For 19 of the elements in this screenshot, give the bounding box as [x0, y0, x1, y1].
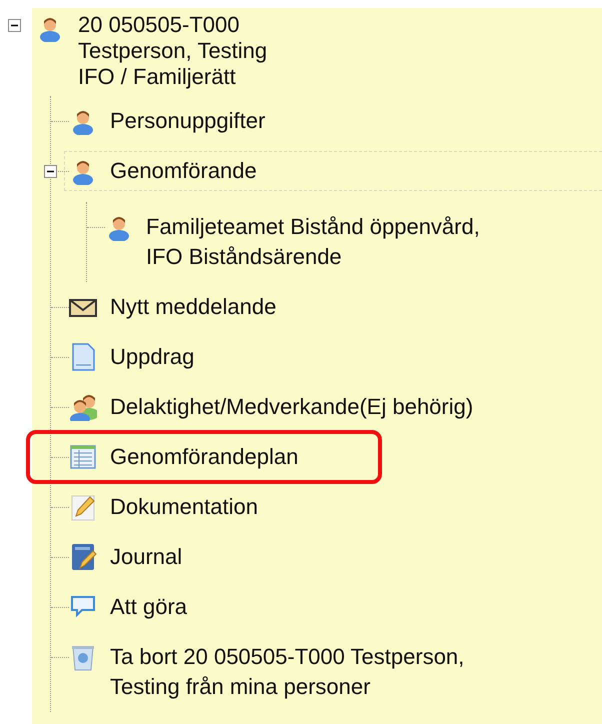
tree-item[interactable]: Dokumentation	[110, 492, 258, 522]
collapse-toggle[interactable]	[44, 165, 57, 178]
tree-item[interactable]: Familjeteamet Bistånd öppenvård, IFO Biståndsärende	[146, 212, 480, 272]
pencil-icon	[69, 493, 97, 521]
tree-item[interactable]: Genomförandeplan	[110, 442, 298, 472]
tree-item[interactable]: 20 050505-T000 Testperson, Testing IFO / Familjerätt	[78, 12, 268, 90]
trash-bin-icon	[69, 643, 97, 671]
tree-item[interactable]: Ta bort 20 050505-T000 Testperson, Testing från mina personer	[110, 642, 464, 702]
tree-item[interactable]: Journal	[110, 542, 182, 572]
tree-item[interactable]: Personuppgifter	[110, 106, 266, 136]
table-icon	[69, 443, 97, 471]
tree-item[interactable]: Nytt meddelande	[110, 292, 276, 322]
people-icon	[69, 393, 97, 421]
collapse-toggle[interactable]	[8, 19, 21, 32]
tree-item[interactable]: Att göra	[110, 592, 188, 622]
journal-icon	[69, 543, 97, 571]
tree-item[interactable]: Uppdrag	[110, 342, 194, 372]
tree-item[interactable]: Genomförande	[110, 156, 257, 186]
tree-item[interactable]: Delaktighet/Medverkande(Ej behörig)	[110, 392, 474, 422]
